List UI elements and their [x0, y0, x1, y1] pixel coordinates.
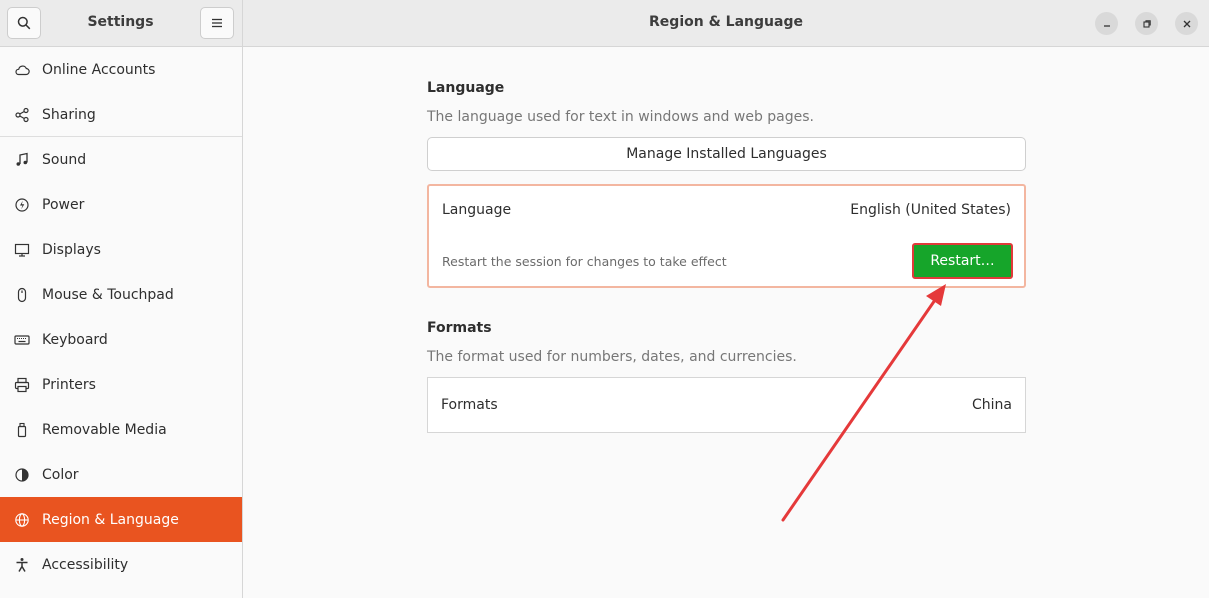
manage-installed-languages-button[interactable]: Manage Installed Languages [427, 137, 1026, 171]
sidebar-item-sound[interactable]: Sound [0, 137, 242, 182]
share-icon [14, 107, 30, 123]
minimize-button[interactable] [1095, 12, 1118, 35]
sidebar-item-label: Sharing [42, 106, 96, 123]
color-icon [14, 467, 30, 483]
main-header: Region & Language [243, 0, 1209, 47]
restart-button[interactable]: Restart… [912, 243, 1013, 279]
accessibility-icon [14, 557, 30, 573]
sidebar-item-displays[interactable]: Displays [0, 227, 242, 272]
menu-button[interactable] [200, 7, 234, 39]
keyboard-icon [14, 332, 30, 348]
hamburger-menu-icon [212, 18, 222, 28]
globe-icon [14, 512, 30, 528]
cloud-icon [14, 62, 30, 78]
music-note-icon [14, 152, 30, 168]
formats-section-title: Formats [427, 320, 492, 336]
sidebar-item-label: Removable Media [42, 421, 167, 438]
sidebar-item-online-accounts[interactable]: Online Accounts [0, 47, 242, 92]
sidebar: Settings Online Accounts Sharing Sound P… [0, 0, 243, 598]
language-section-title: Language [427, 80, 505, 96]
sidebar-header: Settings [0, 0, 242, 47]
language-row-value[interactable]: English (United States) [850, 202, 1011, 218]
formats-row[interactable]: Formats China [427, 377, 1026, 433]
page-title: Region & Language [649, 14, 803, 30]
restore-icon [1142, 19, 1151, 28]
restore-button[interactable] [1135, 12, 1158, 35]
sidebar-item-color[interactable]: Color [0, 452, 242, 497]
language-row-label[interactable]: Language [442, 202, 511, 218]
sidebar-item-label: Accessibility [42, 556, 129, 573]
sidebar-item-label: Printers [42, 376, 96, 393]
sidebar-list: Online Accounts Sharing Sound Power Disp… [0, 47, 242, 587]
usb-drive-icon [14, 422, 30, 438]
sidebar-item-label: Mouse & Touchpad [42, 286, 174, 303]
sidebar-item-region-language[interactable]: Region & Language [0, 497, 242, 542]
sidebar-item-label: Online Accounts [42, 61, 156, 78]
sidebar-item-sharing[interactable]: Sharing [0, 92, 242, 137]
formats-row-label: Formats [441, 397, 498, 413]
language-section-description: The language used for text in windows an… [427, 109, 814, 125]
sidebar-item-accessibility[interactable]: Accessibility [0, 542, 242, 587]
sidebar-item-label: Displays [42, 241, 101, 258]
sidebar-item-label: Region & Language [42, 511, 179, 528]
sidebar-item-label: Keyboard [42, 331, 108, 348]
sidebar-item-keyboard[interactable]: Keyboard [0, 317, 242, 362]
close-button[interactable] [1175, 12, 1198, 35]
power-icon [14, 197, 30, 213]
language-panel: Language English (United States) Restart… [427, 184, 1026, 288]
close-icon [1183, 20, 1190, 27]
sidebar-item-power[interactable]: Power [0, 182, 242, 227]
formats-row-value: China [972, 397, 1012, 413]
display-icon [14, 242, 30, 258]
sidebar-item-label: Sound [42, 151, 87, 168]
sidebar-item-removable-media[interactable]: Removable Media [0, 407, 242, 452]
printer-icon [14, 377, 30, 393]
sidebar-item-label: Power [42, 196, 85, 213]
restart-note: Restart the session for changes to take … [442, 254, 727, 269]
sidebar-item-label: Color [42, 466, 79, 483]
sidebar-item-mouse-touchpad[interactable]: Mouse & Touchpad [0, 272, 242, 317]
sidebar-item-printers[interactable]: Printers [0, 362, 242, 407]
mouse-icon [14, 287, 30, 303]
minimize-icon [1103, 24, 1110, 27]
formats-section-description: The format used for numbers, dates, and … [427, 349, 797, 365]
